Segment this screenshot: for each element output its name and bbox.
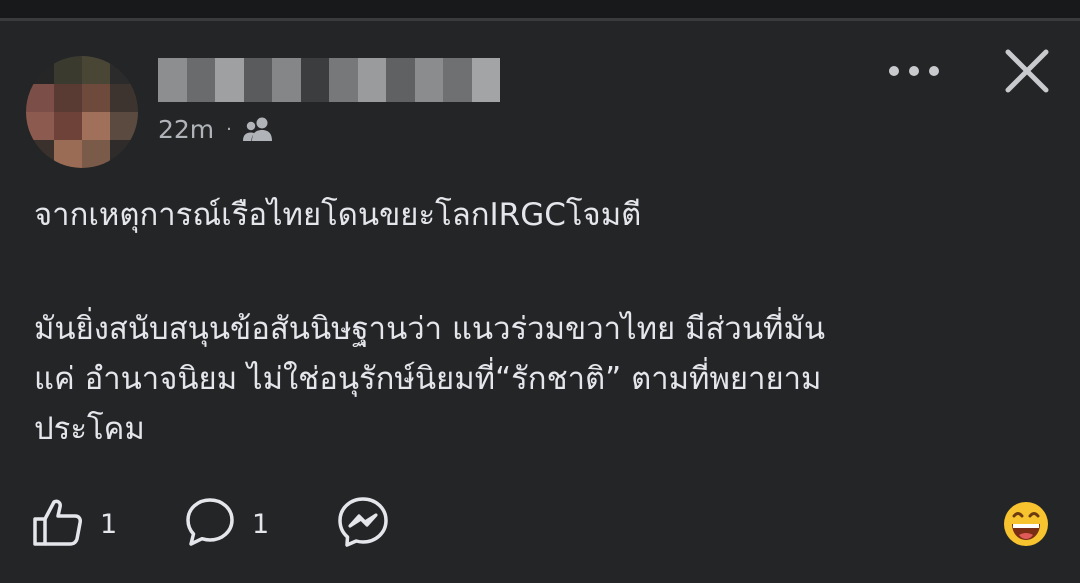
top-bar	[0, 0, 1080, 18]
messenger-icon	[336, 495, 390, 553]
close-icon	[1004, 48, 1050, 98]
post-meta: 22m ·	[158, 112, 274, 146]
comment-icon	[184, 496, 236, 552]
comment-count: 1	[252, 508, 270, 540]
post-text-line: มันยิ่งสนับสนุนข้อสันนิษฐานว่า แนวร่วมขว…	[34, 311, 826, 347]
post-time[interactable]: 22m	[158, 115, 214, 144]
post-text-line: จากเหตุการณ์เรือไทยโดนขยะโลกIRGCโจมตี	[34, 197, 642, 233]
more-options-icon	[886, 63, 942, 82]
friends-icon	[242, 116, 274, 142]
author-name-blurred[interactable]	[158, 58, 500, 102]
avatar[interactable]	[26, 56, 138, 168]
grinning-emoji-icon	[1002, 502, 1050, 552]
post-text-line: ประโคม	[34, 411, 145, 447]
post-text: จากเหตุการณ์เรือไทยโดนขยะโลกIRGCโจมตี มั…	[34, 190, 1054, 454]
post-text-line: แค่ อำนาจนิยม ไม่ใช่อนุรักษ์นิยมที่“รักช…	[34, 361, 822, 397]
top-divider	[0, 18, 1080, 21]
thumbs-up-icon	[32, 497, 84, 551]
close-button[interactable]	[1000, 46, 1054, 100]
send-messenger-button[interactable]	[336, 494, 390, 554]
meta-separator: ·	[226, 118, 232, 140]
more-options-button[interactable]	[880, 50, 948, 94]
like-button[interactable]: 1	[32, 494, 117, 554]
post-actions: 1 1	[0, 494, 1080, 554]
like-count: 1	[100, 508, 118, 540]
reaction-button[interactable]	[1002, 500, 1050, 548]
comment-button[interactable]: 1	[184, 494, 269, 554]
